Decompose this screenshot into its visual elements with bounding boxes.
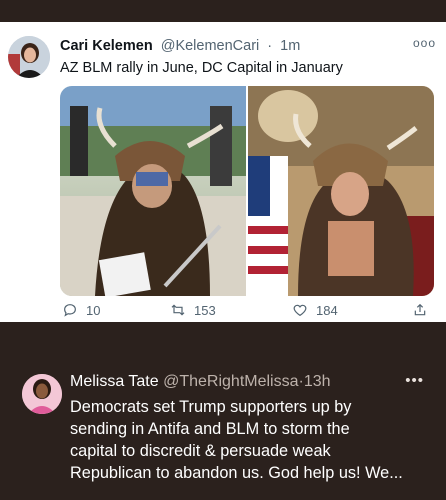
top-dark-strip: [0, 0, 446, 22]
like-icon: [293, 304, 307, 317]
tweet-media[interactable]: [60, 86, 434, 296]
media-image-left[interactable]: [60, 86, 246, 296]
tweet-card-cari[interactable]: Cari Kelemen @KelemenCari · 1m ooo AZ BL…: [0, 22, 446, 322]
tweet2-line: Republican to abandon us. God help us! W…: [70, 464, 403, 482]
tweet-text: AZ BLM rally in June, DC Capital in Janu…: [60, 60, 343, 76]
author-handle[interactable]: @KelemenCari: [161, 38, 260, 54]
reply-count: 10: [86, 302, 101, 318]
tweet2-text: Democrats set Trump supporters up by sen…: [70, 396, 435, 484]
separator-dot: ·: [267, 38, 273, 54]
share-icon: [414, 303, 426, 316]
more-options-icon[interactable]: •••: [405, 372, 424, 389]
tweet2-line: capital to discredit & persuade weak: [70, 442, 331, 460]
avatar-melissa[interactable]: [22, 374, 62, 414]
retweet-count: 153: [194, 302, 216, 318]
author-name[interactable]: Melissa Tate: [70, 373, 159, 390]
reply-action[interactable]: 10: [62, 302, 100, 318]
tweet1-header: Cari Kelemen @KelemenCari · 1m: [60, 38, 300, 54]
tweet2-line: sending in Antifa and BLM to storm the: [70, 420, 350, 438]
tweet-time[interactable]: 1m: [280, 38, 300, 54]
avatar-cari[interactable]: [8, 36, 50, 78]
retweet-action[interactable]: 153: [170, 302, 216, 318]
media-image-right[interactable]: [248, 86, 434, 296]
author-name[interactable]: Cari Kelemen: [60, 38, 153, 54]
tweet-actions: 10 153 184: [60, 302, 434, 322]
retweet-icon: [171, 304, 185, 316]
reply-icon: [64, 304, 76, 317]
tweet-time[interactable]: 13h: [304, 373, 331, 390]
more-options-icon[interactable]: ooo: [413, 36, 436, 50]
tweet2-header: Melissa Tate @TheRightMelissa·13h: [70, 373, 331, 391]
share-action[interactable]: [412, 302, 428, 318]
like-count: 184: [316, 302, 338, 318]
like-action[interactable]: 184: [292, 302, 338, 318]
author-handle[interactable]: @TheRightMelissa: [163, 373, 298, 390]
tweet2-line: Democrats set Trump supporters up by: [70, 398, 352, 416]
